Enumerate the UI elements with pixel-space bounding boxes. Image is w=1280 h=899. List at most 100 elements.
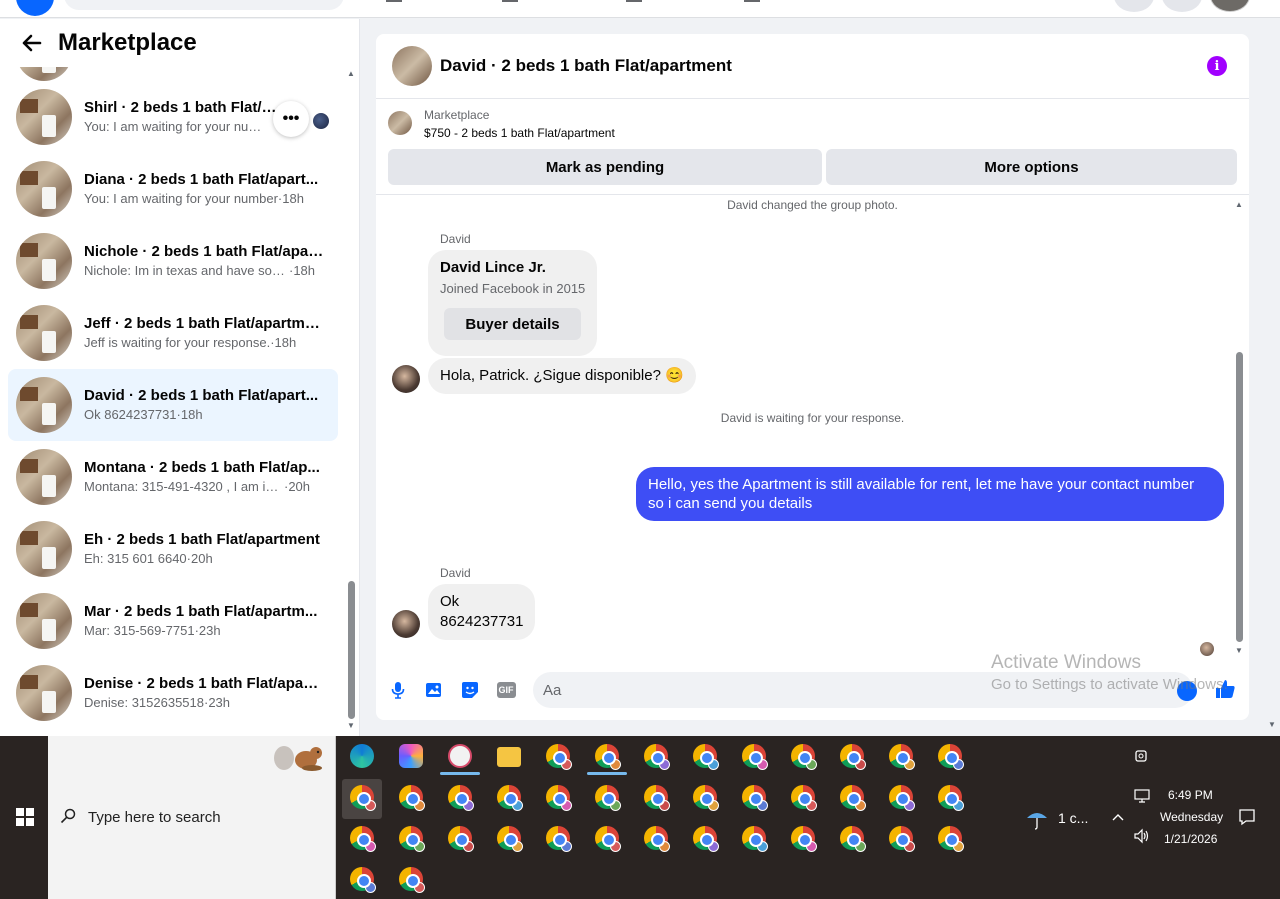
chrome-profile-icon[interactable] [791, 826, 817, 852]
snipping-tool-icon[interactable] [448, 744, 472, 768]
chrome-profile-icon[interactable] [693, 826, 719, 852]
photo-icon[interactable] [424, 680, 444, 700]
listing-thumbnail [16, 161, 72, 217]
chrome-profile-icon[interactable] [399, 826, 425, 852]
chrome-profile-icon[interactable] [497, 826, 523, 852]
chrome-profile-icon[interactable] [546, 744, 572, 770]
sender-avatar[interactable] [392, 610, 420, 638]
clock-time[interactable]: 6:49 PM [1168, 788, 1213, 802]
chrome-profile-icon[interactable] [938, 785, 964, 811]
conversation-item[interactable]: Jeff · 2 beds 1 bath Flat/apartment Jeff… [8, 297, 338, 369]
chrome-profile-icon[interactable] [399, 785, 425, 811]
chrome-profile-icon[interactable] [497, 785, 523, 811]
chrome-profile-icon[interactable] [889, 826, 915, 852]
chrome-profile-icon[interactable] [742, 744, 768, 770]
chrome-profile-icon[interactable] [546, 785, 572, 811]
chrome-profile-icon[interactable] [742, 826, 768, 852]
network-icon[interactable] [1133, 788, 1151, 809]
message-input[interactable] [533, 672, 1193, 708]
menu-grid-icon[interactable] [1114, 0, 1154, 12]
chrome-profile-icon[interactable] [840, 785, 866, 811]
nav-home-icon[interactable] [386, 0, 402, 2]
chrome-profile-icon[interactable] [448, 785, 474, 811]
conversation-item[interactable]: Denise · 2 beds 1 bath Flat/apart... Den… [8, 657, 338, 729]
mark-as-pending-button[interactable]: Mark as pending [388, 149, 822, 185]
chat-title[interactable]: David · 2 beds 1 bath Flat/apartment [440, 56, 732, 76]
chrome-profile-icon[interactable] [693, 744, 719, 770]
nav-groups-icon[interactable] [744, 0, 760, 2]
chat-scroll-up-icon[interactable]: ▲ [1235, 200, 1243, 209]
sticker-icon[interactable] [460, 680, 480, 700]
copilot-icon[interactable] [399, 744, 423, 768]
chrome-profile-icon[interactable] [399, 867, 425, 893]
chevron-up-icon[interactable] [1111, 809, 1125, 825]
facebook-search-input[interactable] [64, 0, 344, 10]
nav-marketplace-icon[interactable] [626, 0, 642, 2]
more-options-button[interactable]: More options [826, 149, 1237, 185]
chat-scroll-down-icon[interactable]: ▼ [1235, 646, 1243, 655]
conversation-item[interactable]: Eh · 2 beds 1 bath Flat/apartment Eh: 31… [8, 513, 338, 585]
conversation-list-scrollbar[interactable] [348, 581, 355, 719]
chrome-profile-icon[interactable] [791, 744, 817, 770]
listing-thumbnail[interactable] [388, 111, 412, 135]
chat-avatar[interactable] [392, 46, 432, 86]
edge-browser-icon[interactable] [350, 744, 374, 768]
chrome-profile-icon[interactable] [938, 744, 964, 770]
profile-avatar[interactable] [1210, 0, 1250, 12]
scroll-down-arrow-icon[interactable]: ▼ [347, 721, 355, 730]
chrome-profile-icon[interactable] [350, 785, 376, 811]
chrome-profile-icon[interactable] [742, 785, 768, 811]
gif-icon[interactable]: GIF [496, 680, 516, 700]
chrome-profile-icon[interactable] [595, 785, 621, 811]
chrome-profile-icon[interactable] [889, 744, 915, 770]
notifications-icon[interactable] [1162, 0, 1202, 12]
listing-price[interactable]: $750 - 2 beds 1 bath Flat/apartment [424, 126, 615, 140]
chrome-profile-icon[interactable] [693, 785, 719, 811]
file-explorer-icon[interactable] [497, 747, 521, 767]
emoji-icon[interactable] [1177, 681, 1197, 701]
chrome-profile-icon[interactable] [644, 785, 670, 811]
conversation-item[interactable]: Nichole · 2 beds 1 bath Flat/apar... Nic… [8, 225, 338, 297]
weather-umbrella-icon[interactable] [1025, 808, 1049, 835]
clock-day[interactable]: Wednesday [1160, 810, 1223, 824]
windows-start-icon[interactable] [16, 808, 34, 826]
chrome-profile-icon[interactable] [350, 826, 376, 852]
clock-date[interactable]: 1/21/2026 [1164, 832, 1217, 846]
back-arrow-icon[interactable] [20, 31, 44, 55]
taskbar-search-box[interactable]: Type here to search [48, 736, 336, 899]
chrome-profile-icon[interactable] [889, 785, 915, 811]
conversation-item[interactable]: Montana · 2 beds 1 bath Flat/ap... Monta… [8, 441, 338, 513]
conversation-more-button[interactable]: ••• [273, 101, 309, 137]
sender-avatar[interactable] [392, 365, 420, 393]
conversation-preview: Ok 8624237731 [84, 407, 177, 422]
info-icon[interactable]: i [1207, 56, 1227, 76]
chat-scrollbar[interactable] [1236, 352, 1243, 642]
buyer-details-button[interactable]: Buyer details [444, 308, 581, 340]
chrome-profile-icon[interactable] [448, 826, 474, 852]
chrome-profile-icon[interactable] [350, 867, 376, 893]
chrome-profile-icon[interactable] [546, 826, 572, 852]
volume-icon[interactable] [1133, 828, 1151, 849]
facebook-logo-icon[interactable] [16, 0, 54, 16]
conversation-item-active[interactable]: David · 2 beds 1 bath Flat/apart... Ok 8… [8, 369, 338, 441]
conversation-item[interactable]: Mar · 2 beds 1 bath Flat/apartm... Mar: … [8, 585, 338, 657]
conversation-item[interactable]: Shirl · 2 beds 1 bath Flat/apartment You… [8, 81, 338, 153]
chrome-profile-icon[interactable] [595, 744, 621, 770]
microphone-icon[interactable] [388, 680, 408, 700]
buyer-profile-card: David Lince Jr. Joined Facebook in 2015 … [428, 250, 597, 356]
page-scroll-down-icon[interactable]: ▼ [1268, 720, 1276, 729]
chrome-profile-icon[interactable] [644, 826, 670, 852]
scroll-up-arrow-icon[interactable]: ▲ [347, 69, 355, 78]
weather-text[interactable]: 1 c... [1058, 810, 1088, 826]
chrome-profile-icon[interactable] [938, 826, 964, 852]
chrome-profile-icon[interactable] [840, 744, 866, 770]
nav-video-icon[interactable] [502, 0, 518, 2]
thumbs-up-icon[interactable] [1214, 678, 1236, 706]
chrome-profile-icon[interactable] [644, 744, 670, 770]
notifications-icon[interactable] [1238, 808, 1256, 831]
conversation-item[interactable]: Diana · 2 beds 1 bath Flat/apart... You:… [8, 153, 338, 225]
meet-now-icon[interactable] [1133, 748, 1149, 769]
chrome-profile-icon[interactable] [791, 785, 817, 811]
chrome-profile-icon[interactable] [840, 826, 866, 852]
chrome-profile-icon[interactable] [595, 826, 621, 852]
